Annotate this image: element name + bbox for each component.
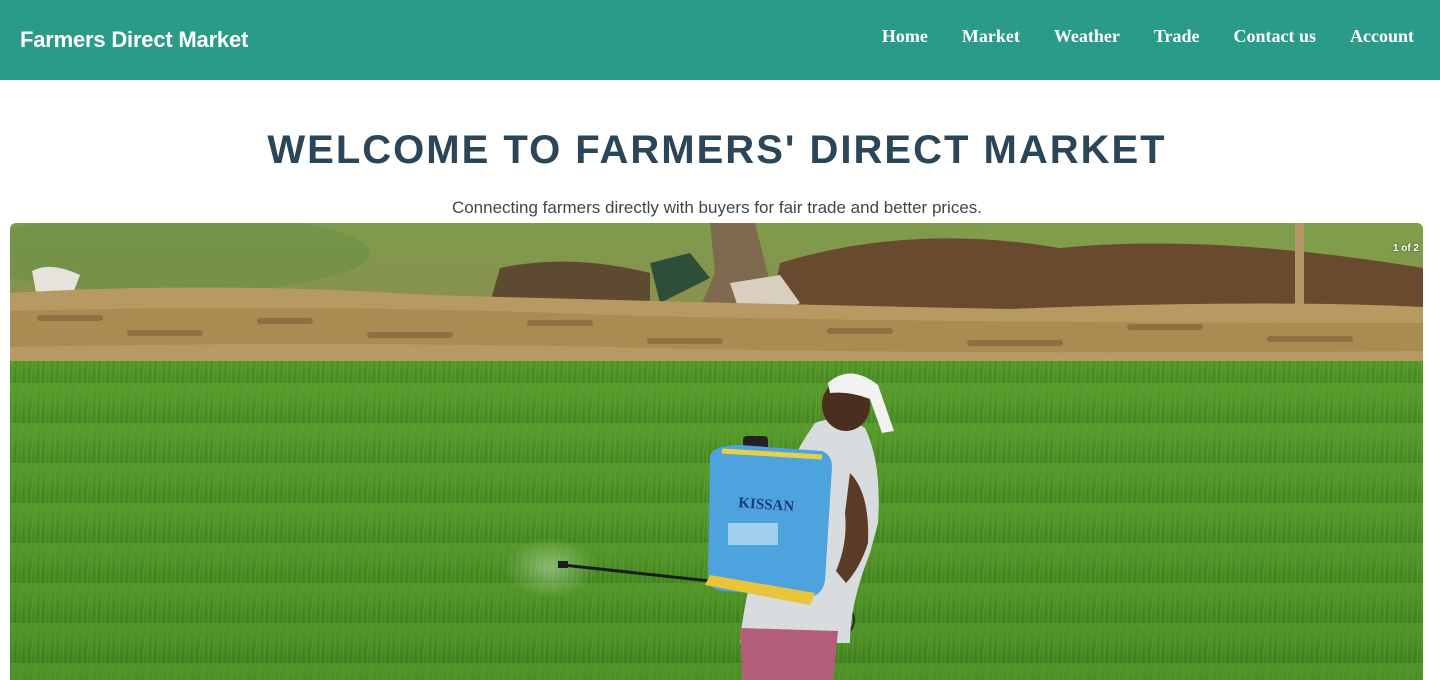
- farmer-spraying-field-image: KISSAN: [10, 223, 1423, 680]
- nav-home-link[interactable]: Home: [882, 26, 928, 47]
- nav-contact-link[interactable]: Contact us: [1233, 26, 1316, 47]
- main-nav: Home Market Weather Trade Contact us Acc…: [848, 26, 1414, 47]
- nav-trade-link[interactable]: Trade: [1154, 26, 1200, 47]
- page-title: WELCOME TO FARMERS' DIRECT MARKET: [267, 128, 1167, 172]
- site-brand[interactable]: Farmers Direct Market: [20, 27, 248, 53]
- slide-counter: 1 of 2: [1392, 243, 1419, 254]
- page-subtitle: Connecting farmers directly with buyers …: [451, 198, 983, 217]
- nav-account-link[interactable]: Account: [1350, 26, 1414, 47]
- top-navigation-bar: Farmers Direct Market Home Market Weathe…: [0, 0, 1440, 80]
- nav-weather-link[interactable]: Weather: [1054, 26, 1120, 47]
- nav-market-link[interactable]: Market: [962, 26, 1020, 47]
- hero-slideshow[interactable]: KISSAN 1 of 2: [10, 223, 1423, 680]
